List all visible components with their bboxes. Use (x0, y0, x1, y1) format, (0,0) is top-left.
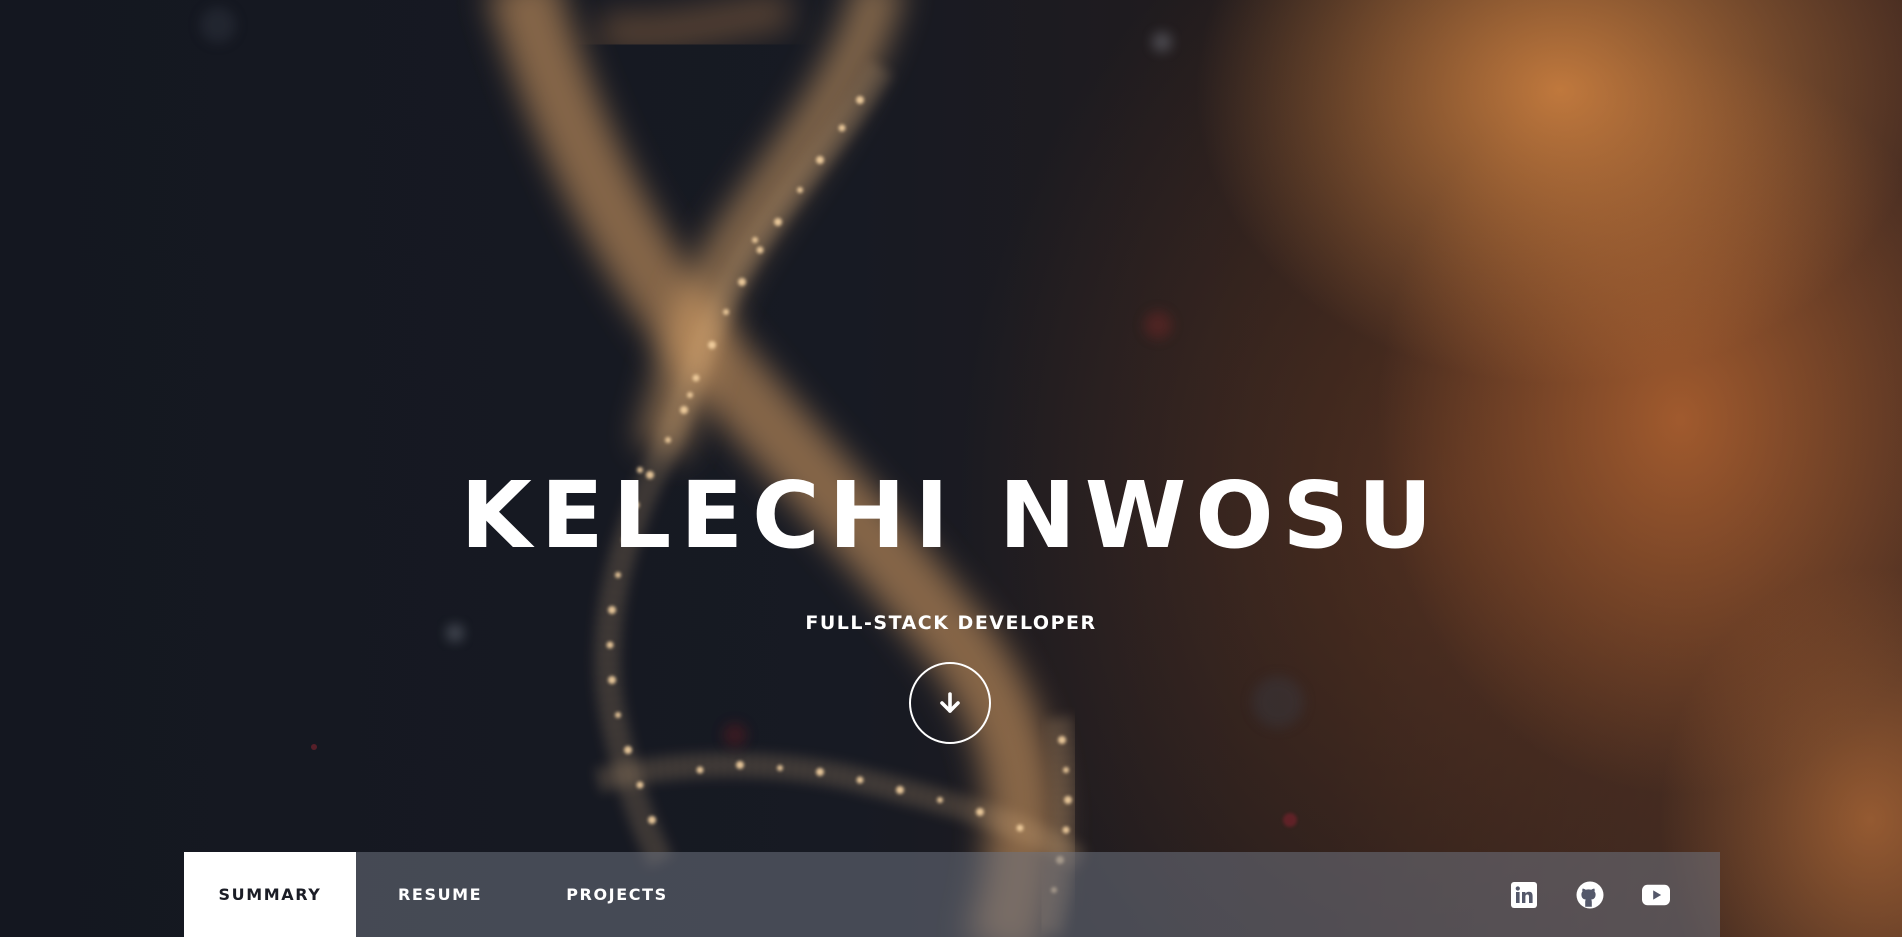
hero-name: KELECHI NWOSU (460, 462, 1442, 569)
nav-resume[interactable]: RESUME (356, 852, 524, 937)
hero-subtitle: FULL-STACK DEVELOPER (805, 612, 1097, 634)
scroll-down-button[interactable] (909, 662, 991, 744)
hero-section: KELECHI NWOSU FULL-STACK DEVELOPER SUMMA… (0, 0, 1902, 937)
nav-projects[interactable]: PROJECTS (524, 852, 710, 937)
linkedin-icon (1511, 881, 1537, 908)
main-navbar: SUMMARY RESUME PROJECTS (184, 852, 1720, 937)
youtube-link[interactable] (1642, 881, 1670, 909)
github-icon (1576, 881, 1604, 908)
github-link[interactable] (1576, 881, 1604, 909)
social-links (1510, 852, 1720, 937)
youtube-icon (1642, 884, 1670, 905)
arrow-down-icon (940, 692, 960, 713)
linkedin-link[interactable] (1510, 881, 1538, 909)
nav-summary[interactable]: SUMMARY (184, 852, 356, 937)
